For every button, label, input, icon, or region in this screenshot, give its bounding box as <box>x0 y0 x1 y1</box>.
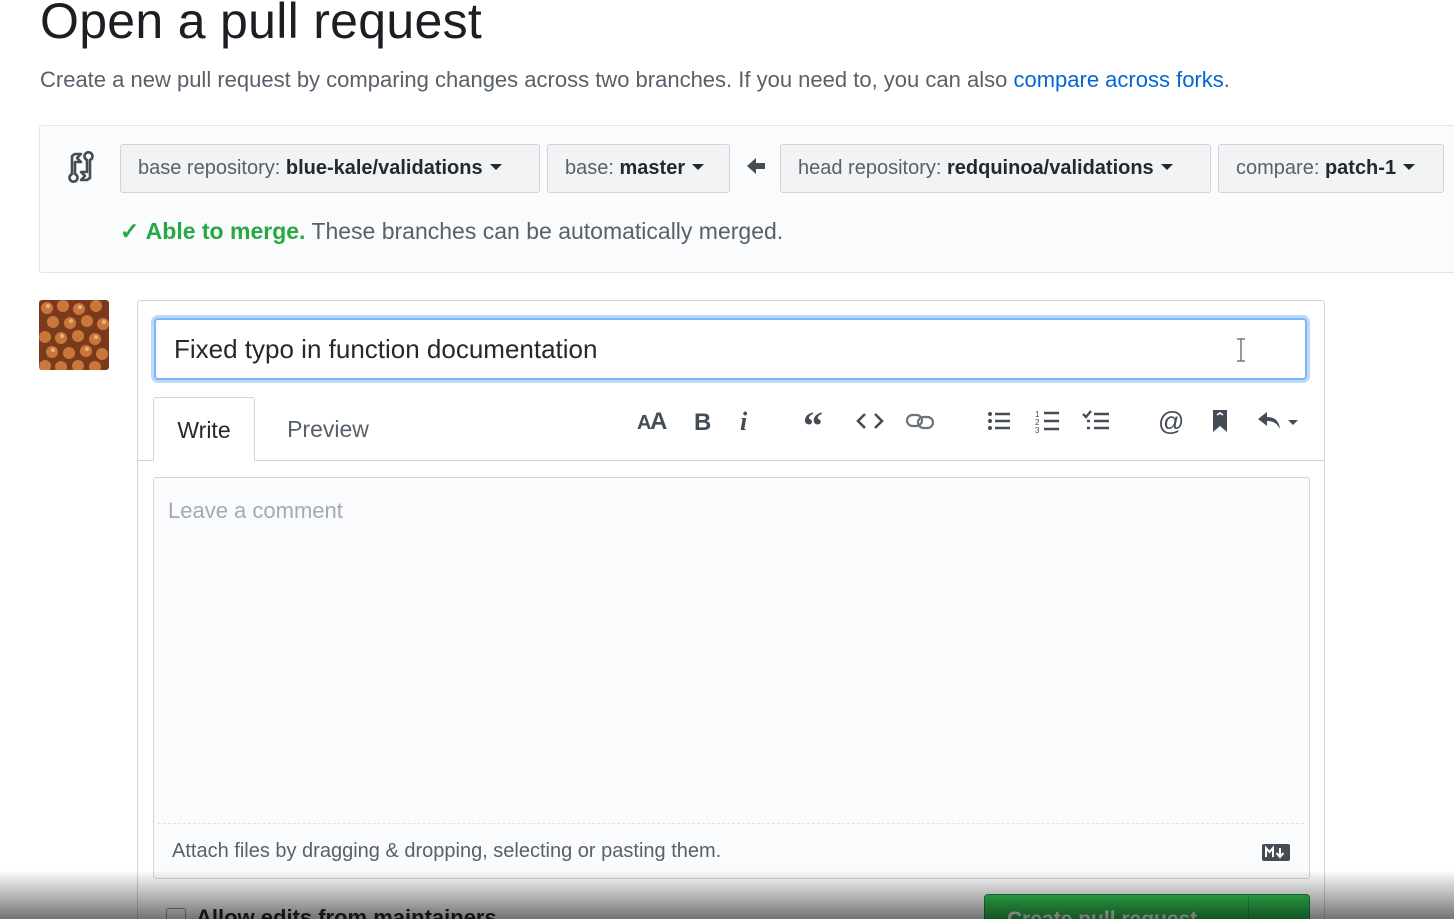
subtitle-end: . <box>1223 67 1230 92</box>
mention-icon[interactable]: @ <box>1152 402 1190 440</box>
merge-status-ok: Able to merge. <box>145 218 306 244</box>
svg-text:B: B <box>694 409 711 433</box>
base-branch-select[interactable]: base: master <box>547 144 730 193</box>
task-list-icon[interactable] <box>1077 402 1115 440</box>
compare-branch-select[interactable]: compare: patch-1 <box>1218 144 1444 193</box>
allow-edits-label: Allow edits from maintainers <box>196 905 497 919</box>
ordered-list-icon[interactable]: 123 <box>1029 402 1067 440</box>
unordered-list-icon[interactable] <box>980 402 1018 440</box>
allow-edits-checkbox-row[interactable]: Allow edits from maintainers <box>166 905 497 919</box>
compare-branch-prefix: compare: <box>1236 157 1320 179</box>
svg-text:3: 3 <box>1035 426 1040 434</box>
create-pull-request-button[interactable]: Create pull request <box>984 894 1310 919</box>
subtitle-text: Create a new pull request by comparing c… <box>40 67 1008 92</box>
bold-icon[interactable]: B <box>683 402 721 440</box>
caret-down-icon <box>1160 164 1173 171</box>
svg-text:A: A <box>650 409 667 433</box>
markdown-icon[interactable] <box>1261 843 1291 862</box>
compare-across-forks-link[interactable]: compare across forks <box>1013 67 1223 92</box>
git-compare-icon <box>68 151 94 183</box>
base-repository-prefix: base repository: <box>138 157 281 179</box>
head-repository-select[interactable]: head repository: redquinoa/validations <box>780 144 1211 193</box>
svg-text:“: “ <box>803 409 823 433</box>
caret-down-icon <box>692 164 705 171</box>
svg-text:@: @ <box>1158 408 1184 434</box>
arrow-left-icon <box>747 158 765 174</box>
caret-down-icon <box>1403 164 1416 171</box>
caret-down-icon <box>489 164 502 171</box>
comment-textarea[interactable] <box>154 478 1309 823</box>
attach-divider <box>158 823 1304 824</box>
attach-files-hint[interactable]: Attach files by dragging & dropping, sel… <box>172 840 721 863</box>
reply-icon[interactable] <box>1255 402 1303 440</box>
avatar[interactable] <box>39 300 109 370</box>
base-repository-select[interactable]: base repository: blue-kale/validations <box>120 144 540 193</box>
page-subtitle: Create a new pull request by comparing c… <box>40 67 1230 93</box>
title-input[interactable] <box>154 318 1307 380</box>
create-pull-request-label: Create pull request <box>1007 908 1197 919</box>
svg-text:i: i <box>740 409 748 433</box>
quote-icon[interactable]: “ <box>798 402 836 440</box>
compare-branch-value: patch-1 <box>1324 157 1397 179</box>
check-icon: ✓ <box>120 218 140 244</box>
merge-status-text: These branches can be automatically merg… <box>311 218 784 244</box>
tab-write[interactable]: Write <box>153 397 255 461</box>
allow-edits-checkbox[interactable] <box>166 908 186 919</box>
page-title: Open a pull request <box>40 0 483 49</box>
header-icon[interactable]: AA <box>633 402 671 440</box>
button-split-divider <box>1248 895 1249 919</box>
link-icon[interactable] <box>901 402 939 440</box>
head-repository-value: redquinoa/validations <box>946 157 1154 179</box>
bookmark-icon[interactable] <box>1201 402 1239 440</box>
text-cursor-icon <box>1237 338 1245 362</box>
base-branch-prefix: base: <box>565 157 614 179</box>
base-repository-value: blue-kale/validations <box>285 157 483 179</box>
code-icon[interactable] <box>851 402 889 440</box>
tab-preview[interactable]: Preview <box>270 397 386 461</box>
italic-icon[interactable]: i <box>726 402 764 440</box>
base-branch-value: master <box>619 157 686 179</box>
head-repository-prefix: head repository: <box>798 157 942 179</box>
merge-status: ✓ Able to merge. These branches can be a… <box>120 218 783 245</box>
